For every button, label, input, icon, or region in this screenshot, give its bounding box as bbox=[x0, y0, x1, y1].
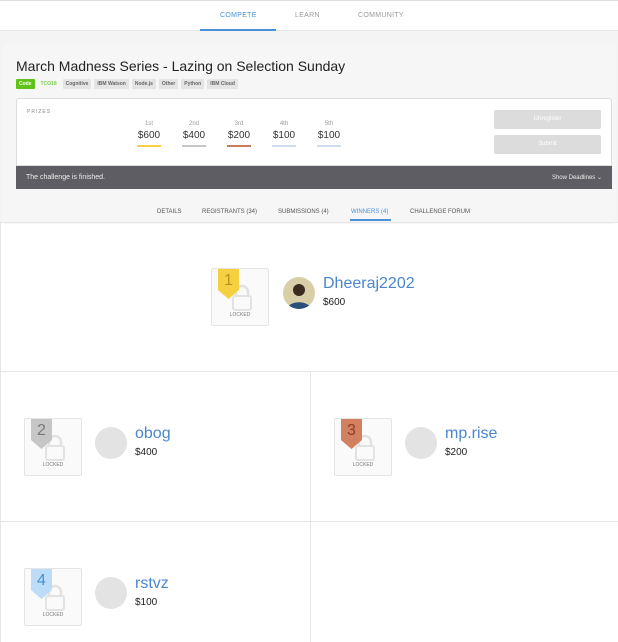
challenge-title: March Madness Series - Lazing on Selecti… bbox=[16, 58, 346, 74]
locked-label: LOCKED bbox=[352, 462, 374, 468]
prize-place: 2nd bbox=[188, 121, 199, 127]
divider bbox=[310, 372, 311, 642]
prize-place: 4th bbox=[279, 121, 289, 127]
locked-badge-2: 2 LOCKED bbox=[24, 418, 82, 476]
unregister-button[interactable]: Unregister bbox=[494, 110, 601, 129]
tag[interactable]: Node.js bbox=[131, 79, 156, 89]
prize-bar bbox=[317, 145, 341, 147]
prize-amount: $200 bbox=[227, 130, 251, 141]
tab-winners[interactable]: WINNERS (4) bbox=[351, 209, 388, 215]
nav-community[interactable]: COMMUNITY bbox=[358, 12, 404, 19]
tag[interactable]: IBM Watson bbox=[94, 79, 129, 89]
prizes-panel: PRIZES 1st $600 2nd $400 3rd $200 4th $100 5… bbox=[16, 98, 612, 166]
winner-handle[interactable]: mp.rise bbox=[445, 425, 497, 443]
status-message: The challenge is finished. bbox=[26, 174, 105, 181]
avatar[interactable] bbox=[405, 427, 437, 459]
divider bbox=[0, 521, 618, 522]
show-deadlines-label: Show Deadlines bbox=[551, 175, 596, 181]
avatar[interactable] bbox=[95, 577, 127, 609]
prize-amount: $100 bbox=[272, 130, 296, 141]
submit-button[interactable]: Submit bbox=[494, 135, 601, 154]
prize-2: 2nd $400 bbox=[182, 121, 206, 147]
divider bbox=[0, 371, 618, 372]
prize-bar bbox=[137, 145, 161, 147]
tag-tco[interactable]: TCO18 bbox=[38, 79, 60, 89]
prizes-label: PRIZES bbox=[27, 109, 52, 115]
show-deadlines-button[interactable]: Show Deadlines ⌄ bbox=[552, 174, 602, 181]
nav-compete[interactable]: COMPETE bbox=[220, 12, 257, 19]
avatar[interactable] bbox=[95, 427, 127, 459]
tag[interactable]: IBM Cloud bbox=[207, 79, 238, 89]
tag[interactable]: Python bbox=[181, 79, 205, 89]
tag[interactable]: Other bbox=[158, 79, 179, 89]
locked-label: LOCKED bbox=[229, 312, 251, 318]
user-photo bbox=[287, 284, 311, 309]
prize-4: 4th $100 bbox=[272, 121, 296, 147]
avatar[interactable] bbox=[283, 277, 315, 309]
status-bar: The challenge is finished. Show Deadline… bbox=[16, 166, 612, 189]
tag-code[interactable]: Code bbox=[16, 79, 35, 89]
locked-label: LOCKED bbox=[42, 612, 64, 618]
locked-label: LOCKED bbox=[42, 462, 64, 468]
top-nav: COMPETE LEARN COMMUNITY bbox=[0, 0, 618, 31]
prize-amount: $600 bbox=[137, 130, 161, 141]
prize-bar bbox=[227, 145, 251, 147]
winner-amount: $100 bbox=[135, 597, 158, 608]
tab-challenge-forum[interactable]: CHALLENGE FORUM bbox=[410, 209, 470, 215]
divider bbox=[0, 222, 618, 223]
tag[interactable]: Cognitive bbox=[62, 79, 92, 89]
prize-bar bbox=[182, 145, 206, 147]
winner-handle[interactable]: Dheeraj2202 bbox=[323, 275, 415, 293]
prize-3: 3rd $200 bbox=[227, 121, 251, 147]
prize-5: 5th $100 bbox=[317, 121, 341, 147]
chevron-down-icon: ⌄ bbox=[596, 175, 602, 181]
winner-amount: $200 bbox=[445, 447, 468, 458]
prize-1: 1st $600 bbox=[137, 121, 161, 147]
nav-learn[interactable]: LEARN bbox=[295, 12, 320, 19]
tab-submissions[interactable]: SUBMISSIONS (4) bbox=[278, 209, 329, 215]
locked-badge-3: 3 LOCKED bbox=[334, 418, 392, 476]
tab-active-underline bbox=[350, 219, 391, 221]
prize-amount: $400 bbox=[182, 130, 206, 141]
tab-details[interactable]: DETAILS bbox=[157, 209, 182, 215]
prize-amount: $100 bbox=[317, 130, 341, 141]
winner-handle[interactable]: obog bbox=[135, 425, 171, 443]
tag-list: Code TCO18 Cognitive IBM Watson Node.js … bbox=[16, 79, 238, 89]
prize-bar bbox=[272, 145, 296, 147]
locked-badge-4: 4 LOCKED bbox=[24, 568, 82, 626]
prize-place: 3rd bbox=[234, 121, 244, 127]
tab-registrants[interactable]: REGISTRANTS (34) bbox=[202, 209, 257, 215]
prize-place: 1st bbox=[144, 121, 153, 127]
winner-amount: $600 bbox=[323, 297, 346, 308]
prize-place: 5th bbox=[324, 121, 334, 127]
locked-badge-1: 1 LOCKED bbox=[211, 268, 269, 326]
winner-handle[interactable]: rstvz bbox=[135, 575, 169, 593]
divider bbox=[0, 222, 1, 642]
winner-amount: $400 bbox=[135, 447, 158, 458]
